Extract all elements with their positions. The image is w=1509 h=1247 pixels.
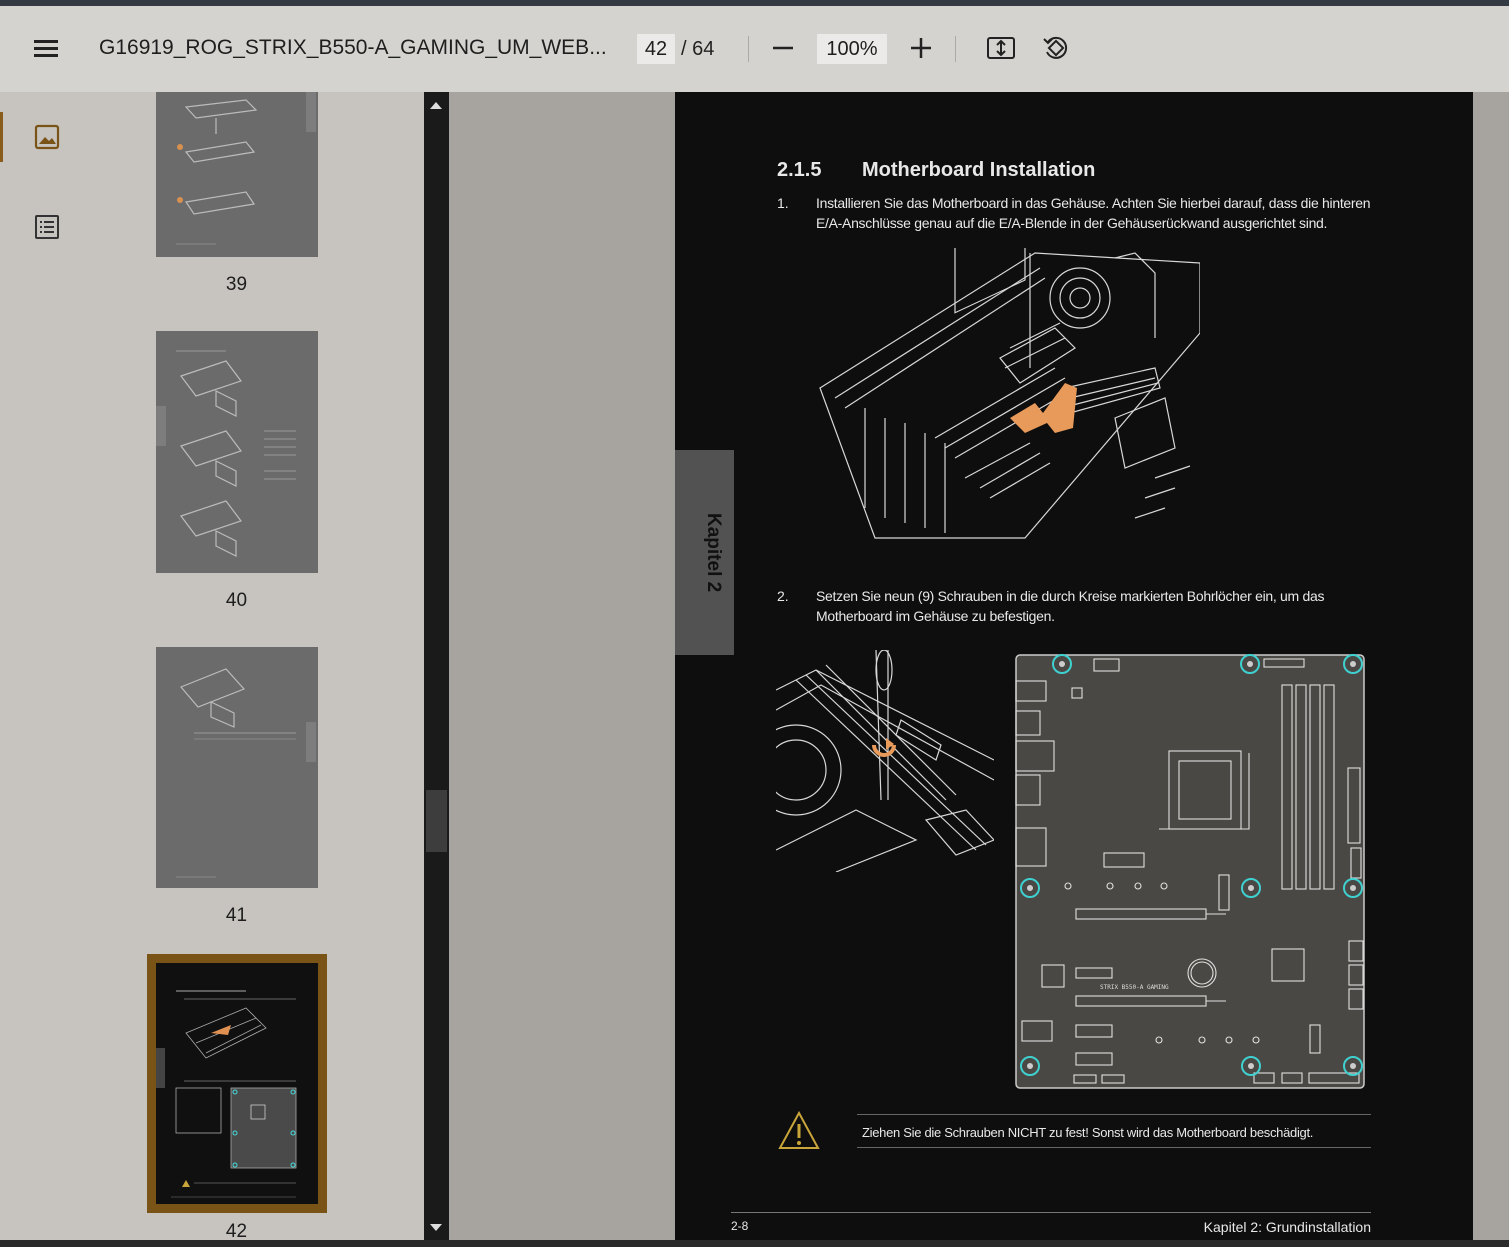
step-number: 1. <box>777 195 789 211</box>
section-title: Motherboard Installation <box>862 159 1096 181</box>
thumbnail-page-42-selected[interactable] <box>147 954 327 1213</box>
thumbnail-pane: 39 40 41 42 <box>95 92 424 1240</box>
thumbnail-page-41[interactable] <box>156 647 318 888</box>
thumbnail-label: 42 <box>225 1221 248 1240</box>
motherboard-diagram: STRIX B550-A GAMING <box>1015 654 1365 1089</box>
warning-text: Ziehen Sie die Schrauben NICHT zu fest! … <box>862 1125 1314 1140</box>
minus-icon <box>773 46 793 50</box>
step-text: Installieren Sie das Motherboard in das … <box>816 195 1371 231</box>
page-footer-number: 2-8 <box>731 1219 749 1233</box>
warning-icon <box>778 1110 820 1149</box>
sidebar-rail <box>0 92 95 1247</box>
divider <box>748 36 749 62</box>
thumbnail-label: 41 <box>225 905 248 926</box>
board-label: STRIX B550-A GAMING <box>1100 984 1169 991</box>
rail-active-indicator <box>0 112 3 162</box>
window-bottom-strip <box>0 1240 1509 1247</box>
step-number: 2. <box>777 588 789 604</box>
case-installation-illustration <box>819 248 1200 539</box>
thumbnail-scrollbar[interactable] <box>424 92 449 1240</box>
toolbar: G16919_ROG_STRIX_B550-A_GAMING_UM_WEB...… <box>0 6 1509 92</box>
rotate-button[interactable] <box>1038 30 1074 66</box>
page-total: / 64 <box>681 38 715 60</box>
thumbnails-view-button[interactable] <box>30 120 64 154</box>
image-icon <box>34 124 60 150</box>
fit-to-page-icon <box>987 37 1015 59</box>
outline-view-button[interactable] <box>30 210 64 244</box>
viewer-right-margin <box>1473 92 1509 1240</box>
footer-rule <box>731 1212 1371 1213</box>
step-text: Setzen Sie neun (9) Schrauben in die dur… <box>816 588 1325 624</box>
zoom-level[interactable]: 100% <box>817 34 887 64</box>
zoom-in-button[interactable] <box>903 30 939 66</box>
rotate-icon <box>1043 36 1068 59</box>
screw-closeup-illustration <box>776 650 994 872</box>
thumbnail-page-40[interactable] <box>156 331 318 573</box>
zoom-out-button[interactable] <box>765 30 801 66</box>
plus-icon <box>911 38 931 58</box>
menu-icon[interactable] <box>30 34 64 64</box>
scroll-up-arrow-icon[interactable] <box>430 102 442 109</box>
fit-page-button[interactable] <box>983 30 1019 66</box>
scroll-thumb[interactable] <box>426 790 447 852</box>
section-number: 2.1.5 <box>777 159 822 181</box>
thumbnail-label: 40 <box>225 590 248 611</box>
thumbnail-label: 39 <box>225 274 248 295</box>
page-footer-chapter: Kapitel 2: Grundinstallation <box>1203 1219 1371 1235</box>
scroll-down-arrow-icon[interactable] <box>430 1224 442 1231</box>
thumbnail-page-39[interactable] <box>156 92 318 257</box>
page-number-input[interactable]: 42 <box>637 34 675 64</box>
list-icon <box>35 215 59 239</box>
document-title: G16919_ROG_STRIX_B550-A_GAMING_UM_WEB... <box>99 36 607 59</box>
divider <box>955 36 956 62</box>
chapter-tab-label: Kapitel 2 <box>703 513 724 593</box>
